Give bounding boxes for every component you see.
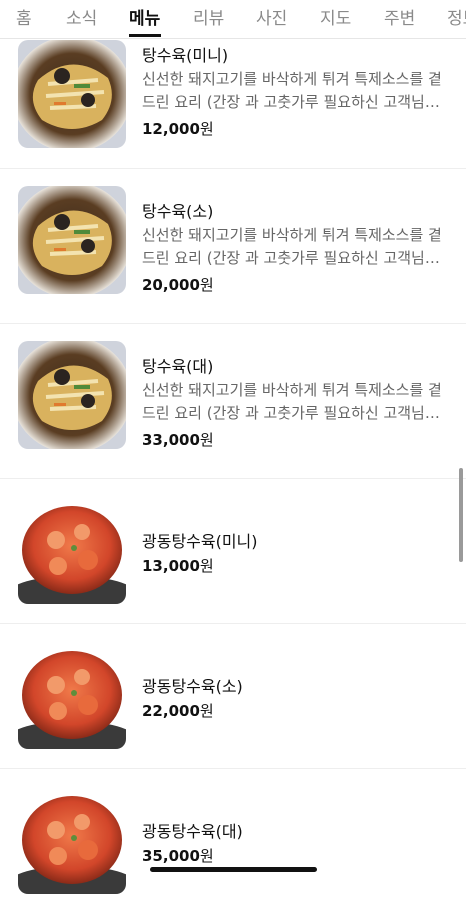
item-description: 신선한 돼지고기를 바삭하게 튀겨 특제소스를 곁 드린 요리 (간장 과 고춧가… bbox=[142, 70, 446, 111]
menu-item[interactable]: 광동탕수육(대) 35,000원 bbox=[0, 768, 466, 913]
tab-home[interactable]: 홈 bbox=[16, 4, 32, 29]
tab-news[interactable]: 소식 bbox=[66, 4, 97, 29]
guangdong-tangsuyuk-photo bbox=[18, 641, 126, 749]
item-price: 35,000원 bbox=[142, 847, 214, 865]
tab-photos[interactable]: 사진 bbox=[256, 4, 287, 29]
item-price: 20,000원 bbox=[142, 276, 214, 294]
active-tab-indicator bbox=[129, 34, 161, 37]
item-price: 13,000원 bbox=[142, 557, 214, 575]
tab-nearby[interactable]: 주변 bbox=[384, 4, 415, 29]
item-name: 광동탕수육(미니) bbox=[142, 532, 258, 551]
tab-bar: 홈 소식 메뉴 리뷰 사진 지도 주변 정보 bbox=[0, 0, 466, 39]
tab-menu[interactable]: 메뉴 bbox=[129, 4, 160, 29]
item-name: 광동탕수육(대) bbox=[142, 822, 243, 841]
tab-reviews[interactable]: 리뷰 bbox=[193, 4, 224, 29]
item-description: 신선한 돼지고기를 바삭하게 튀겨 특제소스를 곁 드린 요리 (간장 과 고춧가… bbox=[142, 381, 446, 422]
item-price: 33,000원 bbox=[142, 431, 214, 449]
tangsuyuk-photo bbox=[18, 341, 126, 449]
item-name: 탕수육(소) bbox=[142, 202, 214, 221]
menu-item[interactable]: 광동탕수육(소) 22,000원 bbox=[0, 623, 466, 769]
item-price: 12,000원 bbox=[142, 120, 214, 138]
tab-map[interactable]: 지도 bbox=[320, 4, 351, 29]
item-name: 탕수육(미니) bbox=[142, 46, 229, 65]
tab-info[interactable]: 정보 bbox=[447, 4, 466, 29]
guangdong-tangsuyuk-photo bbox=[18, 496, 126, 604]
item-description: 신선한 돼지고기를 바삭하게 튀겨 특제소스를 곁 드린 요리 (간장 과 고춧가… bbox=[142, 226, 446, 267]
item-price: 22,000원 bbox=[142, 702, 214, 720]
menu-item[interactable]: 광동탕수육(미니) 13,000원 bbox=[0, 478, 466, 624]
home-indicator[interactable] bbox=[150, 867, 317, 872]
scrollbar[interactable] bbox=[459, 468, 463, 562]
menu-item[interactable]: 탕수육(대) 신선한 돼지고기를 바삭하게 튀겨 특제소스를 곁 드린 요리 (간… bbox=[0, 323, 466, 479]
item-name: 탕수육(대) bbox=[142, 357, 214, 376]
menu-item[interactable]: 탕수육(소) 신선한 돼지고기를 바삭하게 튀겨 특제소스를 곁 드린 요리 (간… bbox=[0, 168, 466, 324]
tangsuyuk-photo bbox=[18, 186, 126, 294]
guangdong-tangsuyuk-photo bbox=[18, 786, 126, 894]
tangsuyuk-photo bbox=[18, 40, 126, 148]
item-name: 광동탕수육(소) bbox=[142, 677, 243, 696]
